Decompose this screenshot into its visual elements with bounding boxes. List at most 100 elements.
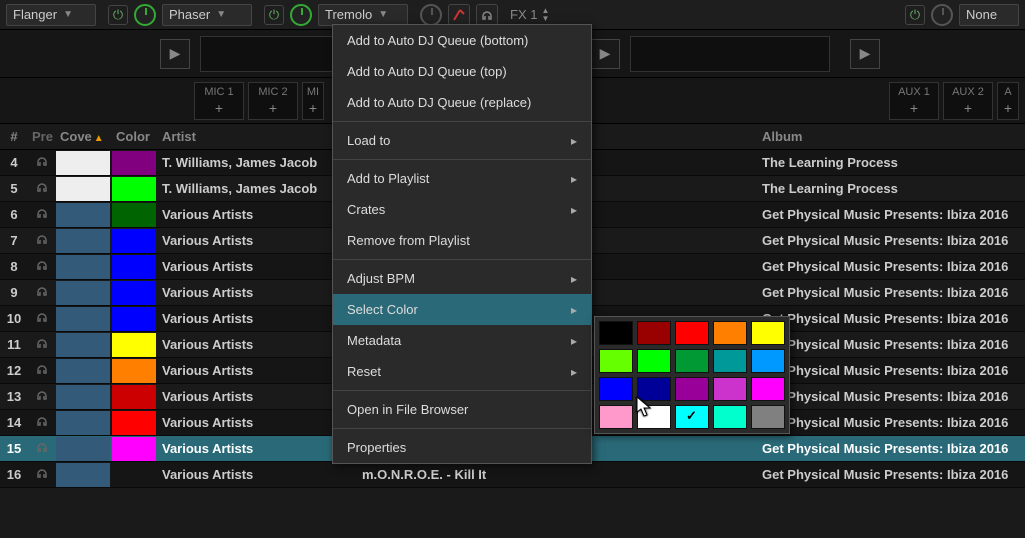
color-swatch-option[interactable] <box>675 321 709 345</box>
play-button[interactable]: ▶ <box>850 39 880 69</box>
preview-button[interactable] <box>28 154 56 171</box>
color-swatch-option[interactable] <box>751 349 785 373</box>
color-swatch <box>112 229 158 253</box>
row-number: 6 <box>0 207 28 222</box>
color-swatch-option[interactable] <box>637 377 671 401</box>
preview-button[interactable] <box>28 284 56 301</box>
col-album[interactable]: Album <box>758 129 1025 144</box>
fx-route-button[interactable] <box>448 4 470 26</box>
row-number: 14 <box>0 415 28 430</box>
color-swatch-option[interactable] <box>675 405 709 429</box>
aux-3[interactable]: A+ <box>997 82 1019 120</box>
row-number: 8 <box>0 259 28 274</box>
color-swatch-option[interactable] <box>599 377 633 401</box>
preview-button[interactable] <box>28 388 56 405</box>
cover-art <box>56 203 112 227</box>
fx-dropdown-phaser[interactable]: Phaser▼ <box>162 4 252 26</box>
color-swatch <box>112 177 158 201</box>
col-number[interactable]: # <box>0 129 28 144</box>
aux-1[interactable]: AUX 1+ <box>889 82 939 120</box>
preview-button[interactable] <box>28 206 56 223</box>
menu-item[interactable]: Open in File Browser <box>333 394 591 425</box>
color-swatch-option[interactable] <box>713 321 747 345</box>
menu-item[interactable]: Select Color ▸ <box>333 294 591 325</box>
menu-item[interactable]: Load to▸ <box>333 125 591 156</box>
cover-art <box>56 151 112 175</box>
color-swatch-option[interactable] <box>637 321 671 345</box>
menu-item-label: Select Color <box>347 302 418 317</box>
row-number: 10 <box>0 311 28 326</box>
chevron-down-icon: ▼ <box>216 9 226 20</box>
preview-button[interactable] <box>28 310 56 327</box>
color-swatch-option[interactable] <box>675 349 709 373</box>
fx-power-button[interactable]: ⏻ <box>108 5 128 25</box>
preview-button[interactable] <box>28 232 56 249</box>
cover-art <box>56 229 112 253</box>
color-swatch-option[interactable] <box>637 405 671 429</box>
fx-knob[interactable] <box>931 4 953 26</box>
artist-cell: Various Artists <box>158 441 358 456</box>
fx-power-button[interactable]: ⏻ <box>905 5 925 25</box>
menu-separator <box>333 159 591 160</box>
artist-cell: T. Williams, James Jacob <box>158 155 358 170</box>
chevron-right-icon: ▸ <box>571 272 577 286</box>
aux-2[interactable]: AUX 2+ <box>943 82 993 120</box>
menu-item[interactable]: Reset▸ <box>333 356 591 387</box>
color-swatch-option[interactable] <box>599 405 633 429</box>
preview-button[interactable] <box>28 362 56 379</box>
color-swatch-option[interactable] <box>599 321 633 345</box>
color-swatch-option[interactable] <box>751 405 785 429</box>
menu-item[interactable]: Metadata▸ <box>333 325 591 356</box>
plus-icon: + <box>309 100 317 116</box>
preview-button[interactable] <box>28 336 56 353</box>
preview-button[interactable] <box>28 258 56 275</box>
play-button[interactable]: ▶ <box>160 39 190 69</box>
color-swatch-option[interactable] <box>751 377 785 401</box>
plus-icon: + <box>215 100 223 116</box>
preview-button[interactable] <box>28 180 56 197</box>
fx-dropdown-none[interactable]: None <box>959 4 1019 26</box>
preview-button[interactable] <box>28 440 56 457</box>
col-cover[interactable]: Cove▲ <box>56 129 112 144</box>
fx-power-button[interactable]: ⏻ <box>264 5 284 25</box>
menu-item[interactable]: Adjust BPM▸ <box>333 263 591 294</box>
color-swatch-option[interactable] <box>751 321 785 345</box>
chevron-right-icon: ▸ <box>571 303 577 317</box>
chevron-down-icon: ▼ <box>378 9 388 20</box>
table-row[interactable]: 16Various Artistsm.O.N.R.O.E. - Kill ItG… <box>0 462 1025 488</box>
menu-item[interactable]: Properties <box>333 432 591 463</box>
color-swatch-option[interactable] <box>675 377 709 401</box>
col-color[interactable]: Color <box>112 129 158 144</box>
fx-dropdown-tremolo[interactable]: Tremolo▼ <box>318 4 408 26</box>
mic-3[interactable]: MI+ <box>302 82 324 120</box>
menu-item[interactable]: Remove from Playlist <box>333 225 591 256</box>
color-swatch-option[interactable] <box>637 349 671 373</box>
artist-cell: T. Williams, James Jacob <box>158 181 358 196</box>
play-button[interactable]: ▶ <box>590 39 620 69</box>
fx-dropdown-flanger[interactable]: Flanger▼ <box>6 4 96 26</box>
menu-item[interactable]: Add to Auto DJ Queue (bottom) <box>333 25 591 56</box>
color-swatch-option[interactable] <box>599 349 633 373</box>
menu-item[interactable]: Add to Playlist▸ <box>333 163 591 194</box>
color-swatch-option[interactable] <box>713 349 747 373</box>
fx-unit-selector[interactable]: FX 1 ▲▼ <box>504 7 557 22</box>
col-preview[interactable]: Pre <box>28 129 56 144</box>
color-swatch <box>112 411 158 435</box>
fx-knob[interactable] <box>290 4 312 26</box>
mic-2[interactable]: MIC 2+ <box>248 82 298 120</box>
headphone-cue-button[interactable] <box>476 4 498 26</box>
fx-knob-dim[interactable] <box>420 4 442 26</box>
menu-item[interactable]: Add to Auto DJ Queue (replace) <box>333 87 591 118</box>
color-swatch-option[interactable] <box>713 405 747 429</box>
color-swatch-option[interactable] <box>713 377 747 401</box>
preview-button[interactable] <box>28 414 56 431</box>
chevron-right-icon: ▸ <box>571 365 577 379</box>
menu-item-label: Metadata <box>347 333 401 348</box>
sampler-slot[interactable] <box>630 36 830 72</box>
fx-knob[interactable] <box>134 4 156 26</box>
menu-item[interactable]: Add to Auto DJ Queue (top) <box>333 56 591 87</box>
col-artist[interactable]: Artist <box>158 129 358 144</box>
menu-item[interactable]: Crates▸ <box>333 194 591 225</box>
mic-1[interactable]: MIC 1+ <box>194 82 244 120</box>
preview-button[interactable] <box>28 466 56 483</box>
